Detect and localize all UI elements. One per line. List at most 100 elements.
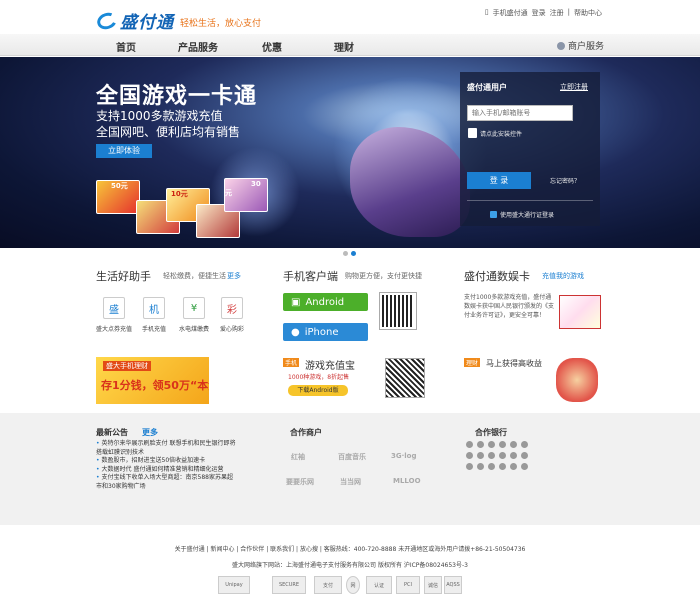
partner-logo[interactable]: MLLOO (393, 477, 421, 485)
partner-logo[interactable]: 3G·log (391, 452, 417, 460)
notice-title: 最新公告 (96, 428, 128, 437)
banner-subtitle-line2: 全国网吧、便利店均有销售 (96, 125, 241, 139)
plugin-install[interactable]: 请点此安装控件 (468, 128, 522, 138)
android-label: Android (305, 296, 345, 308)
bank-logo-icon[interactable] (510, 441, 517, 448)
service-sd-points[interactable]: 盛 盛大点券充值 (96, 297, 132, 333)
apple-icon: ● (291, 326, 300, 338)
top-link-login[interactable]: 登录 (532, 8, 546, 18)
bank-logo-icon[interactable] (477, 441, 484, 448)
shanda-icon (490, 211, 497, 218)
bank-logo-icon[interactable] (499, 463, 506, 470)
integrity-cert-icon[interactable]: 诚信 (424, 576, 442, 594)
finance-promo-banner[interactable]: 盛大手机理财 存1分钱，领50万“本金” (96, 357, 209, 404)
bank-logo-icon[interactable] (521, 452, 528, 459)
partner-logo[interactable]: 红袖 (291, 452, 305, 462)
top-link-help[interactable]: 帮助中心 (574, 8, 602, 18)
bank-logo-icon[interactable] (510, 452, 517, 459)
lock-icon (468, 128, 477, 138)
login-button[interactable]: 登 录 (467, 172, 531, 189)
nav-item-finance[interactable]: 理财 (334, 39, 354, 54)
service-utility[interactable]: ¥ 水电煤缴费 (178, 297, 210, 333)
bank-logo-icon[interactable] (477, 452, 484, 459)
payment-cert-icon[interactable]: 支付 (314, 576, 342, 594)
nav-item-offers[interactable]: 优惠 (262, 39, 282, 54)
bank-logo-icon[interactable] (477, 463, 484, 470)
logo[interactable]: 盛付通 轻松生活，放心支付 (94, 8, 261, 33)
licai-text[interactable]: 马上获得高收益 (486, 358, 542, 369)
list-item[interactable]: 大数据时代 盛付通如何精准营销和精细化运营 (96, 466, 236, 475)
service-lottery[interactable]: 彩 爱心购彩 (216, 297, 248, 333)
wallet-desc: 1000种游戏，8折起售 (288, 374, 350, 381)
bank-logo-icon[interactable] (521, 441, 528, 448)
register-link[interactable]: 立即注册 (560, 82, 588, 92)
promo-text: 存1分钱，领50万“本金” (101, 379, 209, 392)
bank-logo-icon[interactable] (488, 452, 495, 459)
bank-logo-icon[interactable] (466, 463, 473, 470)
merchant-service-label: 商户服务 (567, 42, 604, 52)
secure-cert-icon[interactable]: SECURE (272, 576, 306, 594)
list-item[interactable]: 数盈股市，招财进宝送50倍收益加速卡 (96, 457, 236, 466)
mobile-section-subtitle: 购物更方便，支付更快捷 (345, 272, 422, 280)
footer-links[interactable]: 关于盛付通 | 新闻中心 | 合作伙伴 | 联系我们 | 放心搜 | 客服热线：… (0, 544, 700, 553)
service-label: 爱心购彩 (219, 326, 244, 333)
user-icon (556, 41, 565, 50)
partner-logo[interactable]: 百度音乐 (338, 452, 366, 462)
net-cert-icon[interactable]: 网 (346, 576, 360, 594)
android-icon: ▣ (291, 296, 301, 308)
game-recharge-link[interactable]: 充值我的游戏 (542, 271, 584, 281)
nav-item-home[interactable]: 首页 (116, 39, 136, 54)
list-item[interactable]: 英特尔来华展示刷脸支付 联想手机和民生银行即将搭载虹膜识别技术 (96, 440, 236, 457)
merchant-service-link[interactable]: 商户服务 (556, 39, 604, 52)
sd-login-link[interactable]: 使用盛大通行证登录 (490, 210, 554, 219)
top-links: ▯ 手机盛付通 登录 注册 | 帮助中心 (485, 8, 602, 18)
unipay-cert-icon[interactable]: Unipay (218, 576, 250, 594)
bank-logo-icon[interactable] (499, 441, 506, 448)
aqss-cert-icon[interactable]: AQSS (444, 576, 462, 594)
top-link-separator: | (567, 8, 570, 16)
game-card-desc: 支付1000多款游戏充值，盛付通数娱卡获中国人民银行颁发的《支付业务许可证》，更… (464, 294, 555, 319)
mobile-phone-icon: ▯ (484, 8, 489, 16)
top-link-register[interactable]: 注册 (550, 8, 564, 18)
sd-login-label: 使用盛大通行证登录 (500, 212, 555, 219)
login-title: 盛付通用户 (467, 83, 507, 92)
top-link-mobile[interactable]: 手机盛付通 (493, 8, 528, 18)
pager-dot[interactable] (343, 251, 348, 256)
bank-logo-icon[interactable] (466, 441, 473, 448)
bank-logo-icon[interactable] (488, 441, 495, 448)
sd-points-icon: 盛 (103, 297, 125, 319)
login-panel: 盛付通用户 立即注册 请点此安装控件 登 录 忘记密码？ 使用盛大通行证登录 (460, 72, 600, 226)
forgot-password-link[interactable]: 忘记密码？ (550, 176, 580, 185)
wallet-download-button[interactable]: 下载Android版 (288, 385, 348, 396)
pci-cert-icon[interactable]: PCI (396, 576, 420, 594)
footer-copyright: 盛大网络旗下网站：上海盛付通电子支付服务有限公司 版权所有 沪ICP备08024… (232, 562, 468, 569)
partner-logo[interactable]: 当当网 (340, 477, 361, 487)
pager-dot-active[interactable] (351, 251, 356, 256)
partner-logo[interactable]: 要要乐网 (286, 477, 314, 487)
bank-logo-icon[interactable] (499, 452, 506, 459)
iphone-label: iPhone (304, 326, 339, 338)
notice-more-link[interactable]: 更多 (142, 427, 158, 438)
app-qr-code (379, 292, 417, 330)
bank-logo-icon[interactable] (510, 463, 517, 470)
bank-logo-icon[interactable] (466, 452, 473, 459)
notice-list: 英特尔来华展示刷脸支付 联想手机和民生银行即将搭载虹膜识别技术 数盈股市，招财进… (96, 440, 236, 491)
utility-bill-icon: ¥ (183, 297, 205, 319)
iphone-download-button[interactable]: ● iPhone (283, 323, 368, 341)
main-nav: 首页 产品服务 优惠 理财 商户服务 (0, 34, 700, 56)
lottery-icon: 彩 (221, 297, 243, 319)
android-download-button[interactable]: ▣ Android (283, 293, 368, 311)
auth-cert-icon[interactable]: 认证 (366, 576, 392, 594)
nav-item-products[interactable]: 产品服务 (178, 39, 218, 54)
banner-cta-button[interactable]: 立即体验 (96, 144, 152, 158)
service-label: 水电煤缴费 (178, 326, 209, 333)
bank-logo-icon[interactable] (488, 463, 495, 470)
life-more-link[interactable]: 更多 (227, 271, 241, 281)
bank-logo-icon[interactable] (521, 463, 528, 470)
service-mobile-recharge[interactable]: 机 手机充值 (138, 297, 170, 333)
fortune-god-image (556, 358, 598, 402)
card-value-label: 10元 (171, 190, 188, 198)
game-card-image[interactable] (559, 295, 601, 329)
list-item[interactable]: 支付宝线下收单入场大型商超：南京588家苏果超市和30家购物广场 (96, 474, 236, 491)
account-input[interactable] (467, 105, 573, 121)
